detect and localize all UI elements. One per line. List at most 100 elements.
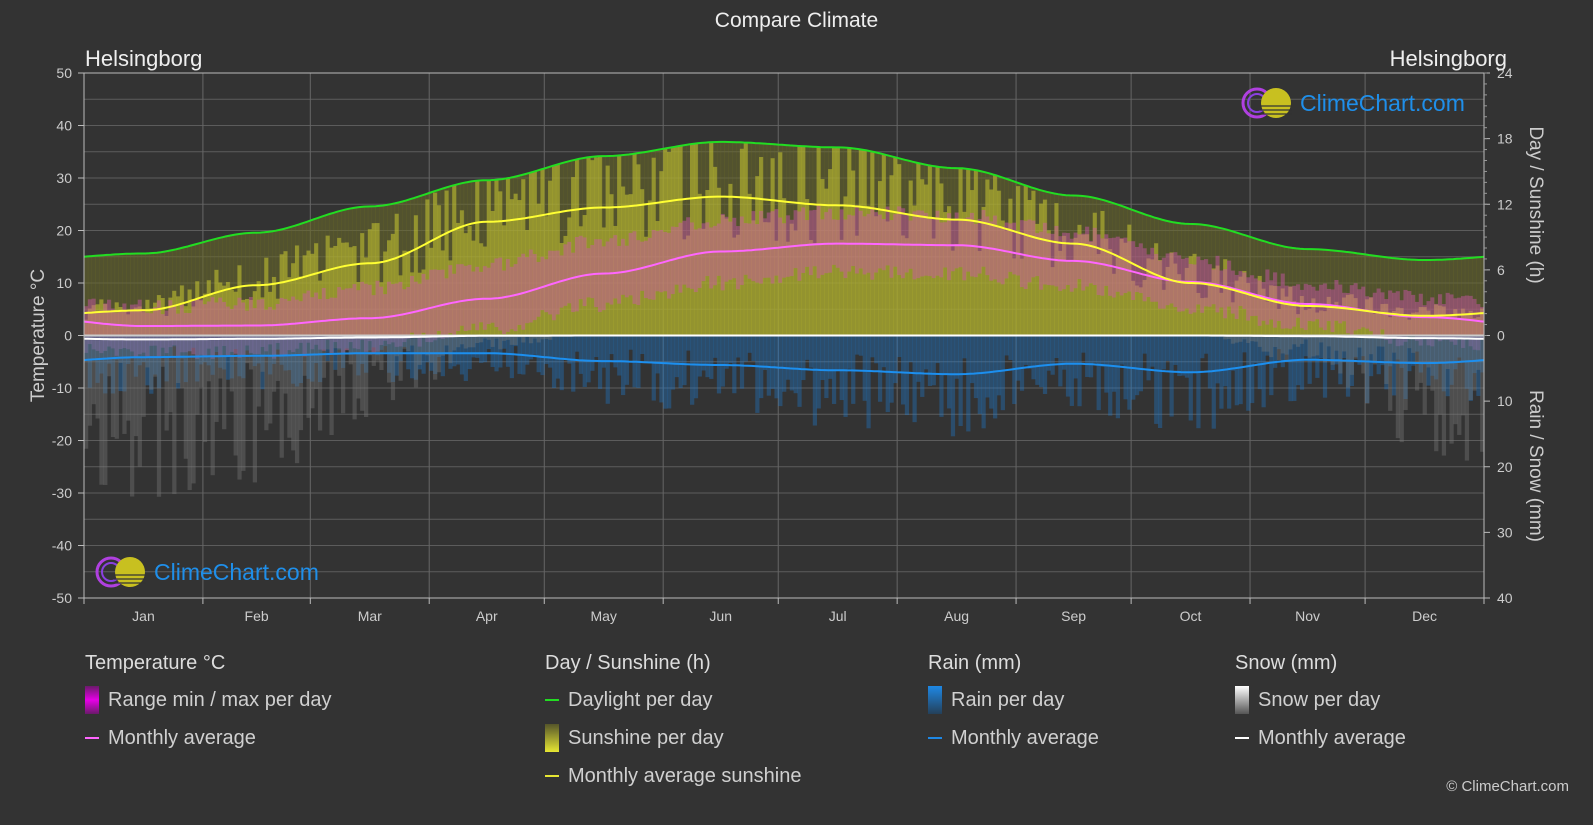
snow-bar (233, 335, 238, 456)
rain-bar (778, 335, 783, 407)
temp-range-bar (647, 237, 653, 300)
rain-bar (647, 335, 653, 364)
snow-bar (1434, 335, 1439, 452)
temp-range-bar (597, 239, 603, 312)
snow-bar (387, 335, 392, 383)
temp-range-bar (1115, 236, 1121, 292)
temp-range-bar (927, 219, 933, 277)
snow-bar (1322, 335, 1328, 363)
snow-bar (1284, 335, 1289, 362)
temp-range-bar (486, 267, 491, 325)
temp-range-bar (1384, 299, 1389, 341)
rain-bar (705, 335, 710, 378)
snow-bar (1388, 335, 1393, 411)
temp-range-bar (601, 246, 607, 311)
rain-bar (709, 335, 714, 379)
snow-bar (417, 335, 422, 365)
location-right: Helsingborg (1389, 46, 1507, 71)
temp-range-bar (709, 227, 714, 289)
temp-range-bar (1422, 305, 1427, 339)
rain-bar (1081, 335, 1086, 353)
temp-range-bar (981, 209, 986, 267)
snow-bar (1280, 335, 1285, 354)
temp-range-bar (1092, 227, 1098, 285)
snow-bar (206, 335, 211, 382)
temp-range-bar (774, 209, 779, 276)
temp-range-bar (989, 221, 994, 281)
rain-bar (559, 335, 564, 391)
rain-bar (1065, 335, 1071, 397)
rain-bar (728, 335, 733, 364)
rain-bar (939, 335, 944, 417)
rain-bar (1035, 335, 1040, 385)
temp-range-bar (494, 258, 499, 328)
rain-bar (620, 335, 626, 396)
snow-bar (1257, 335, 1262, 347)
rain-bar (889, 335, 894, 403)
rain-bar (1023, 335, 1028, 365)
snow-bar (149, 335, 154, 390)
snow-bar (1307, 335, 1312, 358)
snow-bar (1460, 335, 1466, 416)
right-tick-label: 12 (1497, 196, 1513, 212)
rain-bar (793, 335, 798, 394)
temp-range-bar (973, 223, 979, 278)
snow-bar (248, 335, 254, 370)
legend-item-sunshine-avg: Monthly average sunshine (545, 764, 801, 788)
rain-bar (924, 335, 929, 370)
rain-bar (916, 335, 921, 382)
legend-item-temp-avg: Monthly average (85, 726, 331, 750)
snow-bar (513, 335, 518, 346)
snow-swatch (1235, 686, 1249, 714)
rain-bar (747, 335, 752, 353)
month-label: Jun (709, 608, 732, 624)
temp-range-bar (1123, 237, 1128, 293)
rain-bar (1000, 335, 1005, 411)
snow-bar (310, 335, 315, 409)
temp-range-bar (900, 208, 906, 279)
temp-range-bar (682, 220, 687, 285)
sunshine-avg-swatch (545, 775, 559, 777)
rain-bar (835, 335, 841, 370)
rain-bar (893, 335, 898, 384)
right-tick-label: 40 (1497, 590, 1513, 606)
rain-bar (1219, 335, 1224, 409)
temp-range-bar (1065, 233, 1071, 286)
temp-range-bar (509, 266, 514, 330)
snow-bar (340, 335, 346, 414)
left-tick-label: 0 (64, 328, 72, 344)
temp-range-bar (893, 214, 898, 267)
temp-range-bar (931, 218, 936, 279)
snow-bar (390, 335, 396, 401)
rain-bar (858, 335, 864, 356)
temp-range-bar (490, 262, 495, 323)
rain-bar (1111, 335, 1117, 392)
temp-range-bar (578, 235, 584, 300)
rain-bar (770, 335, 775, 389)
snow-bar (107, 335, 112, 377)
snow-bar (317, 335, 323, 431)
temp-range-bar (885, 206, 890, 266)
rain-bar (1165, 335, 1170, 361)
rain-bar (1161, 335, 1167, 370)
temp-range-bar (574, 237, 580, 312)
climechart-logo-icon (1240, 86, 1296, 120)
rain-bar (697, 335, 702, 377)
rain-bar (985, 335, 990, 398)
snow-bar (1269, 335, 1274, 358)
legend-sunshine: Day / Sunshine (h) Daylight per day Suns… (545, 652, 801, 802)
snow-bar (463, 335, 468, 349)
temp-range-bar (609, 238, 614, 305)
rain-bar (1200, 335, 1205, 359)
temp-range-bar (693, 229, 699, 293)
legend-snow: Snow (mm) Snow per day Monthly average (1235, 652, 1406, 764)
snow-bar (187, 335, 192, 491)
rain-bar (900, 335, 906, 405)
left-tick-label: -50 (52, 590, 72, 606)
snow-bar (191, 335, 196, 484)
temp-range-bar (567, 241, 572, 304)
climechart-logo-icon (94, 555, 150, 589)
temp-range-bar (962, 218, 967, 281)
rain-bar (970, 335, 975, 384)
rain-bar (594, 335, 599, 358)
